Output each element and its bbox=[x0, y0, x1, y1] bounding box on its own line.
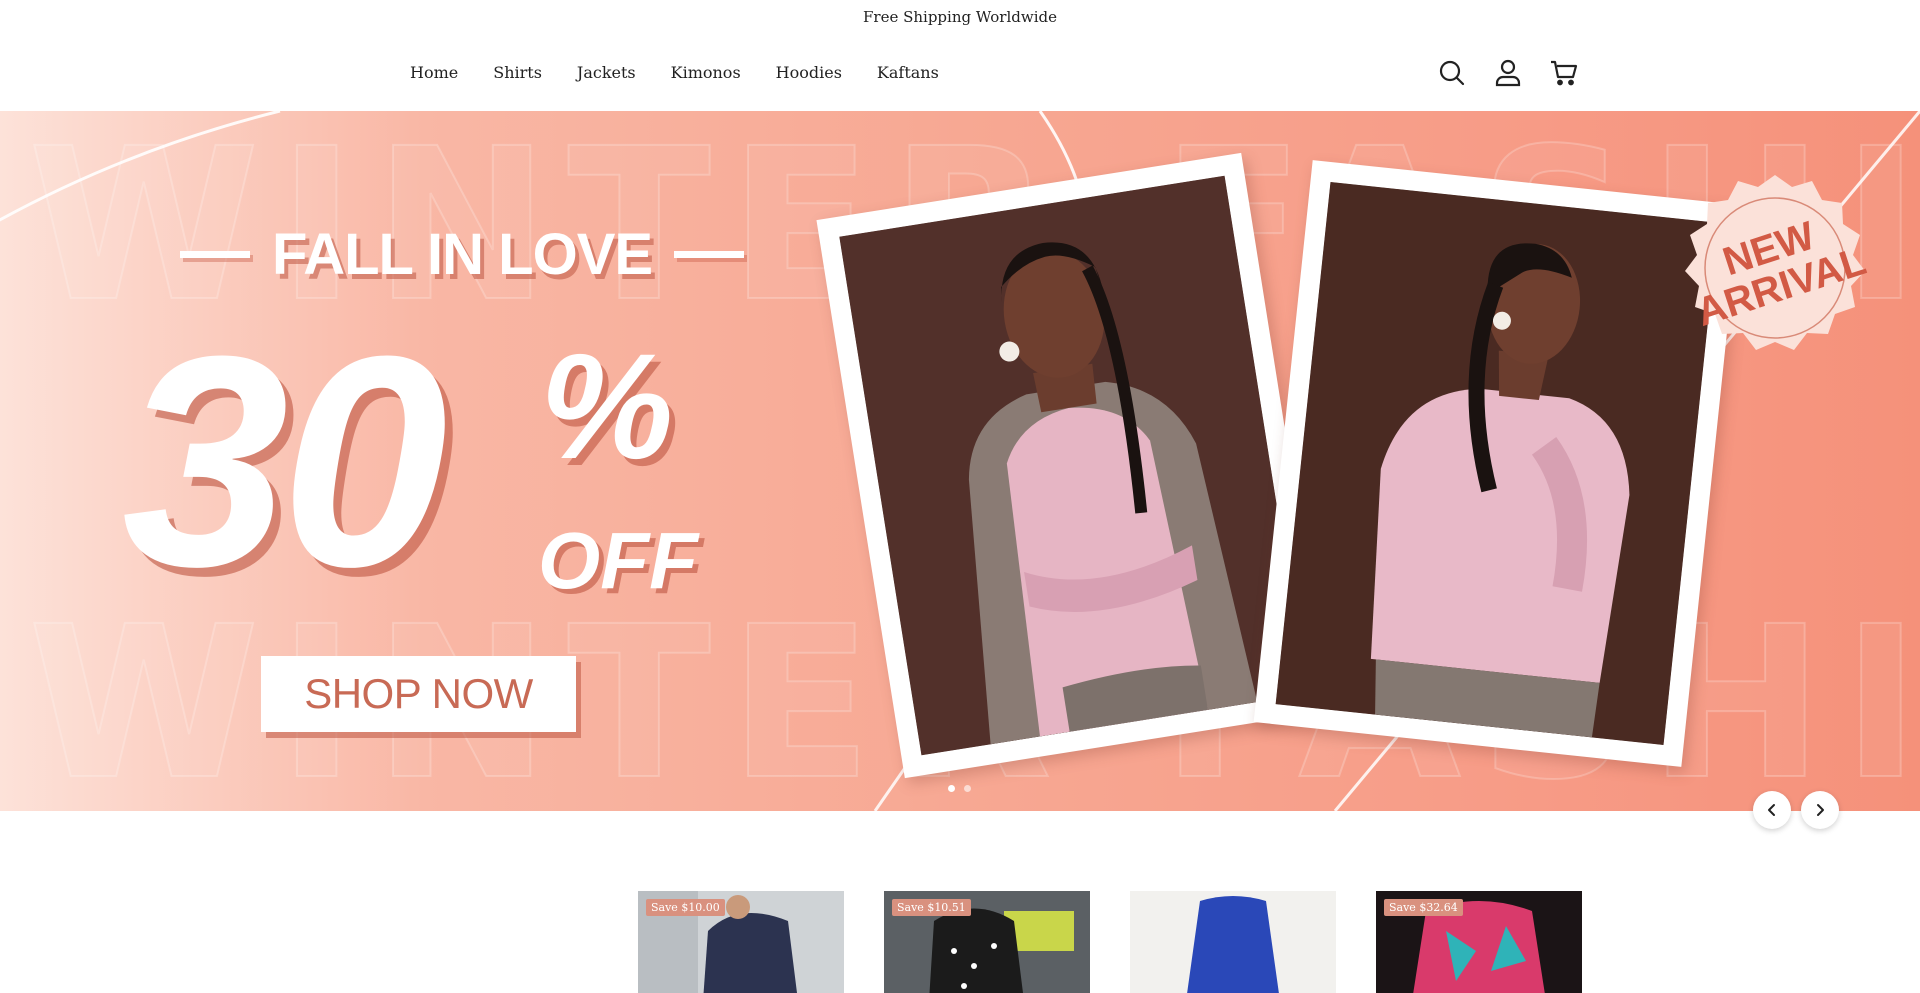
slide-dot-2[interactable] bbox=[964, 785, 971, 792]
model-photo-front bbox=[816, 152, 1330, 779]
announcement-text: Free Shipping Worldwide bbox=[863, 8, 1057, 26]
hero-banner[interactable]: WINTER FASHION WINTER FASHION FALL IN LO… bbox=[0, 111, 1920, 811]
discount-number: 30 bbox=[122, 293, 448, 629]
search-icon[interactable] bbox=[1436, 57, 1468, 89]
announcement-bar: Free Shipping Worldwide bbox=[0, 0, 1920, 34]
product-card[interactable]: Save $10.51 bbox=[884, 891, 1090, 993]
nav-item-hoodies[interactable]: Hoodies bbox=[776, 63, 842, 82]
chevron-right-icon bbox=[1817, 804, 1824, 816]
nav-item-kimonos[interactable]: Kimonos bbox=[671, 63, 741, 82]
main-nav: Home Shirts Jackets Kimonos Hoodies Kaft… bbox=[410, 34, 974, 111]
cart-icon[interactable] bbox=[1548, 57, 1580, 89]
nav-item-kaftans[interactable]: Kaftans bbox=[877, 63, 939, 82]
product-image bbox=[1130, 891, 1336, 993]
product-card[interactable] bbox=[1130, 891, 1336, 993]
slider-prev-button[interactable] bbox=[1753, 791, 1791, 829]
slide-indicators bbox=[948, 785, 971, 792]
discount-percent: % bbox=[540, 322, 674, 490]
product-card[interactable]: Save $32.64 bbox=[1376, 891, 1582, 993]
discount-off: OFF bbox=[538, 516, 698, 605]
tagline-text: FALL IN LOVE bbox=[272, 222, 653, 287]
sale-badge: Save $32.64 bbox=[1384, 899, 1463, 916]
product-grid: Save $10.00 Save $10.51 Save $32.64 bbox=[638, 891, 1582, 993]
model-photo-back bbox=[1253, 160, 1741, 767]
account-icon[interactable] bbox=[1492, 57, 1524, 89]
slide-dot-1[interactable] bbox=[948, 785, 955, 792]
site-header: Home Shirts Jackets Kimonos Hoodies Kaft… bbox=[0, 34, 1920, 111]
sale-badge: Save $10.00 bbox=[646, 899, 725, 916]
shop-now-button[interactable]: SHOP NOW bbox=[261, 656, 576, 732]
tagline-dash-right bbox=[674, 251, 745, 258]
model-front-illustration bbox=[839, 175, 1307, 756]
nav-item-shirts[interactable]: Shirts bbox=[493, 63, 542, 82]
chevron-left-icon bbox=[1768, 804, 1775, 816]
new-arrival-badge: NEW ARRIVAL bbox=[1680, 173, 1871, 363]
nav-item-home[interactable]: Home bbox=[410, 63, 458, 82]
tagline-dash-left bbox=[180, 251, 250, 258]
header-icons bbox=[1436, 34, 1580, 111]
nav-item-jackets[interactable]: Jackets bbox=[577, 63, 636, 82]
product-card[interactable]: Save $10.00 bbox=[638, 891, 844, 993]
tagline: FALL IN LOVE bbox=[180, 221, 745, 288]
slider-next-button[interactable] bbox=[1801, 791, 1839, 829]
model-back-illustration bbox=[1275, 182, 1719, 745]
sale-badge: Save $10.51 bbox=[892, 899, 971, 916]
